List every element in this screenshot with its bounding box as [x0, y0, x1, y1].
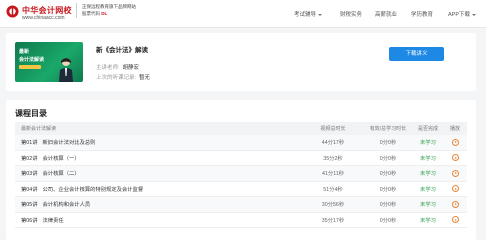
table-row[interactable]: 第02讲 会计核算（一） 35分2秒 0分0秒 未学习 [15, 151, 467, 166]
course-thumbnail[interactable]: 最新 会计法解读 [15, 42, 83, 82]
lesson-watched: 0分0秒 [379, 140, 397, 147]
lesson-title: 会计机构和会计人员 [42, 202, 91, 209]
teacher-figure-icon [59, 58, 73, 82]
teacher-info: 主讲老师: 胡静宏 [96, 63, 139, 71]
lesson-watched: 0分0秒 [379, 155, 397, 162]
lesson-number: 第05讲 [21, 202, 38, 209]
last-record-value: 暂无 [139, 75, 151, 81]
slogan-line2: 股票代码 DL [82, 11, 136, 18]
top-header: 中华会计网校 www.chinaacc.com 正保远程教育旗下品牌网站 股票代… [0, 0, 486, 28]
lesson-status: 未学习 [420, 140, 436, 147]
slogan: 正保远程教育旗下品牌网站 股票代码 DL [82, 4, 136, 17]
lesson-title: 会计核算（二） [42, 171, 80, 178]
lesson-title-cell: 第03讲 会计核算（二） [21, 166, 80, 181]
play-circle-icon[interactable] [451, 216, 459, 224]
lesson-title: 新旧会计法对比及总则 [42, 140, 96, 147]
course-card: 最新 会计法解读 新《会计法》解读 主讲老师: 胡静宏 上次的听课记录: 暂无 下载… [6, 33, 476, 91]
nav-label: 学历教育 [411, 12, 434, 18]
nav-label: 考试辅导 [294, 12, 317, 18]
lesson-duration: 44分17秒 [321, 140, 345, 147]
lesson-status: 未学习 [420, 202, 436, 209]
table-header: 最新会计法解读 视频总时长 有效/总学习时长 是否完成 播放 [15, 122, 467, 135]
play-circle-icon[interactable] [451, 138, 459, 146]
teacher-label: 主讲老师: [96, 65, 120, 71]
lesson-title-cell: 第02讲 会计核算（一） [21, 151, 80, 166]
column-header-status: 是否完成 [417, 126, 438, 132]
table-row[interactable]: 第01讲 新旧会计法对比及总则 44分17秒 0分0秒 未学习 [15, 135, 467, 151]
lesson-duration: 35分17秒 [321, 217, 345, 224]
course-title: 新《会计法》解读 [96, 47, 148, 54]
lesson-number: 第04讲 [21, 186, 38, 193]
lesson-status: 未学习 [420, 171, 436, 178]
lesson-number: 第06讲 [21, 217, 38, 224]
lesson-title-cell: 第05讲 会计机构和会计人员 [21, 197, 90, 212]
lesson-watched: 0分0秒 [379, 171, 397, 178]
logo-divider [76, 3, 77, 18]
lesson-duration: 35分2秒 [323, 155, 343, 162]
catalog-title: 课程目录 [15, 109, 47, 118]
lesson-table: 最新会计法解读 视频总时长 有效/总学习时长 是否完成 播放 第01讲 新旧会计法… [15, 122, 467, 228]
logo-url: www.chinaacc.com [22, 15, 65, 21]
nav-exam-coaching[interactable]: 考试辅导 [294, 10, 323, 18]
course-catalog: 课程目录 最新会计法解读 视频总时长 有效/总学习时长 是否完成 播放 第01讲… [6, 100, 476, 240]
nav-label: 财税实务 [340, 12, 363, 18]
chevron-down-icon [472, 13, 477, 16]
play-button[interactable] [443, 197, 467, 212]
table-row[interactable]: 第04讲 公司、企业会计核算的特别规定及会计监督 51分4秒 0分0秒 未学习 [15, 182, 467, 197]
lesson-watched: 0分0秒 [379, 217, 397, 224]
play-circle-icon[interactable] [451, 154, 459, 162]
thumbnail-line1: 最新 [19, 49, 30, 55]
lesson-title-cell: 第06讲 法律责任 [21, 213, 64, 228]
last-record-label: 上次的听课记录: [96, 75, 137, 81]
nav-tax-practice[interactable]: 财税实务 [340, 10, 362, 18]
lesson-duration: 30分56秒 [321, 202, 345, 209]
play-button[interactable] [443, 135, 467, 150]
lesson-number: 第01讲 [21, 140, 38, 147]
lesson-title: 公司、企业会计核算的特别规定及会计监督 [42, 186, 144, 193]
lesson-title-cell: 第01讲 新旧会计法对比及总则 [21, 135, 95, 150]
lesson-title: 会计核算（一） [42, 155, 80, 162]
column-header-play: 播放 [449, 126, 460, 132]
download-handout-button[interactable]: 下载讲义 [389, 47, 444, 61]
stock-code: DL [101, 10, 108, 16]
play-button[interactable] [443, 151, 467, 166]
thumbnail-badge [19, 65, 41, 69]
play-button[interactable] [443, 213, 467, 228]
chevron-down-icon [318, 13, 323, 16]
lesson-number: 第03讲 [21, 171, 38, 178]
column-header-watched: 有效/总学习时长 [369, 126, 407, 132]
chinaacc-logo-icon [6, 5, 19, 18]
teacher-name: 胡静宏 [122, 65, 140, 71]
lesson-duration: 51分4秒 [323, 186, 343, 193]
play-circle-icon[interactable] [451, 200, 459, 208]
lesson-number: 第02讲 [21, 155, 38, 162]
nav-label: 高薪就业 [375, 12, 398, 18]
nav-label: APP下载 [448, 12, 471, 18]
play-button[interactable] [443, 166, 467, 181]
play-circle-icon[interactable] [451, 185, 459, 193]
table-row[interactable]: 第06讲 法律责任 35分17秒 0分0秒 未学习 [15, 213, 467, 228]
column-header-duration: 视频总时长 [320, 126, 346, 132]
lesson-title-cell: 第04讲 公司、企业会计核算的特别规定及会计监督 [21, 182, 143, 197]
lesson-watched: 0分0秒 [379, 202, 397, 209]
play-circle-icon[interactable] [451, 169, 459, 177]
lesson-title: 法律责任 [42, 217, 64, 224]
play-button[interactable] [443, 182, 467, 197]
lesson-watched: 0分0秒 [379, 186, 397, 193]
lesson-status: 未学习 [420, 155, 436, 162]
nav-app-download[interactable]: APP下载 [448, 10, 477, 18]
table-row[interactable]: 第03讲 会计核算（二） 41分11秒 0分0秒 未学习 [15, 166, 467, 182]
nav-academic[interactable]: 学历教育 [411, 10, 433, 18]
nav-employment[interactable]: 高薪就业 [375, 10, 397, 18]
lesson-status: 未学习 [420, 186, 436, 193]
thumbnail-line2: 会计法解读 [19, 57, 45, 63]
table-row[interactable]: 第05讲 会计机构和会计人员 30分56秒 0分0秒 未学习 [15, 197, 467, 213]
lesson-duration: 41分11秒 [322, 171, 344, 178]
lesson-status: 未学习 [420, 217, 436, 224]
stock-code-label: 股票代码 [82, 10, 100, 16]
last-record-info: 上次的听课记录: 暂无 [96, 73, 150, 81]
column-header-title: 最新会计法解读 [21, 126, 57, 132]
